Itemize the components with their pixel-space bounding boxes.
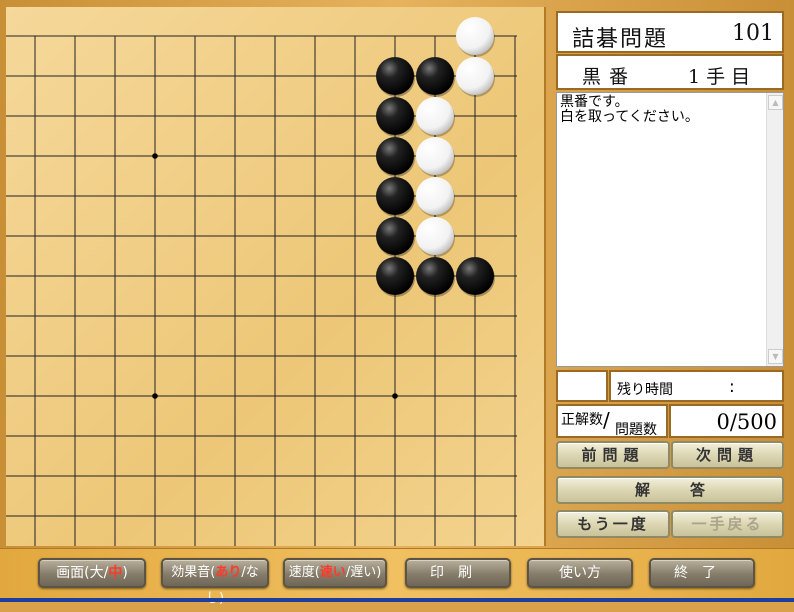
go-board[interactable] [6,7,546,546]
white-stone [416,97,454,135]
timer-value: : [729,377,735,397]
timer-blank [556,370,608,402]
speed-button[interactable]: 速度(速い/遅い) [283,558,387,588]
black-stone [376,137,414,175]
speed-label: 速度( [288,565,320,580]
timer-box: 残り時間 : [609,370,784,402]
screen-size-button[interactable]: 画面(大/中) [38,558,146,588]
problem-number: 101 [732,21,774,46]
correct-label: 正解数 [561,412,603,428]
score-value-box: 0/500 [669,404,784,438]
sound-label: 効果音( [171,565,216,580]
prev-problem-button[interactable]: 前問題 [556,441,670,469]
screen-size-label: 画面(大/ [56,565,109,581]
speed-active: 速い [319,565,346,580]
sound-effect-button[interactable]: 効果音(あり/なし) [161,558,269,606]
star-point [152,153,158,159]
print-button[interactable]: 印刷 [405,558,511,588]
message-scrollbar[interactable]: ▲ ▼ [766,93,783,366]
problem-title: 詰碁問題 [572,27,669,52]
black-stone [416,57,454,95]
black-stone [416,257,454,295]
timer-label: 残り時間 [617,382,673,398]
screen-size-active: 中 [108,565,123,581]
white-stone [456,57,494,95]
white-stone [416,177,454,215]
white-stone [416,217,454,255]
score-value: 0/500 [716,410,777,434]
total-label: 問題数 [615,422,657,438]
message-area[interactable]: 黒番です。 白を取ってください。 ▲ ▼ [556,92,784,367]
side-panel: 詰碁問題 101 黒番 1手目 黒番です。 白を取ってください。 ▲ ▼ 残り時… [552,7,788,547]
sound-active: あり [215,565,242,580]
black-stone [456,257,494,295]
retry-button[interactable]: もう一度 [556,510,670,538]
score-slash: / [603,408,610,432]
black-stone [376,57,414,95]
undo-move-button[interactable]: 一手戻る [671,510,784,538]
next-problem-button[interactable]: 次問題 [671,441,784,469]
turn-move: 1手目 [688,66,757,88]
bottom-edge [0,598,794,602]
score-label-box: 正解数 / 問題数 [556,404,668,438]
board-grid[interactable] [6,7,544,546]
black-stone [376,97,414,135]
problem-title-box: 詰碁問題 101 [556,11,784,53]
star-point [152,393,158,399]
message-text: 黒番です。 白を取ってください。 [560,94,699,125]
black-stone [376,257,414,295]
black-stone [376,217,414,255]
white-stone [456,17,494,55]
screen-size-close: ) [122,565,128,581]
white-stone [416,137,454,175]
speed-other: /遅い) [345,565,382,580]
scroll-up-icon[interactable]: ▲ [768,95,783,110]
black-stone [376,177,414,215]
bottom-toolbar: 画面(大/中) 効果音(あり/なし) 速度(速い/遅い) 印刷 使い方 終了 [0,548,794,606]
quit-button[interactable]: 終了 [649,558,755,588]
turn-box: 黒番 1手目 [556,54,784,90]
star-point [392,393,398,399]
turn-player: 黒番 [582,66,637,88]
answer-button[interactable]: 解答 [556,476,784,504]
scroll-down-icon[interactable]: ▼ [768,349,783,364]
how-to-use-button[interactable]: 使い方 [527,558,633,588]
